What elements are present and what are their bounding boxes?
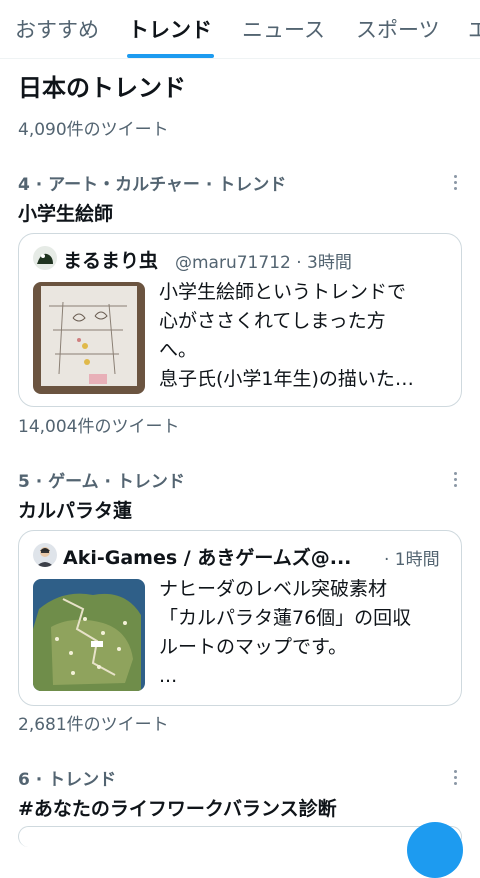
tab-sports[interactable]: スポーツ (356, 14, 440, 44)
section-title: 日本のトレンド (18, 74, 186, 102)
avatar[interactable] (33, 543, 57, 567)
tab-recommended[interactable]: おすすめ (15, 14, 99, 44)
top-tab-bar: おすすめ トレンド ニュース スポーツ エ (0, 0, 480, 59)
tweet-handle-time: · 1時間 (384, 550, 440, 570)
tab-entertainment[interactable]: エ (468, 14, 480, 44)
trend-tweet-count: 14,004件のツイート (18, 417, 180, 437)
more-vertical-icon[interactable] (454, 472, 458, 490)
trend-meta: 5 · ゲーム · トレンド (18, 472, 185, 492)
section-tweet-count: 4,090件のツイート (18, 120, 169, 140)
trend-topic[interactable]: 小学生絵師 (18, 199, 113, 226)
tweet-author[interactable]: まるまり虫 (63, 246, 158, 273)
tweet-image[interactable] (33, 579, 145, 691)
tweet-card[interactable] (18, 826, 462, 847)
trend-meta: 6 · トレンド (18, 770, 117, 790)
avatar[interactable] (33, 246, 57, 270)
tweet-text: 小学生絵師というトレンドで 心がささくれてしまった方 へ。 息子氏(小学1年生)… (159, 281, 414, 390)
tab-trending[interactable]: トレンド (128, 14, 212, 44)
trend-topic[interactable]: #あなたのライフワークバランス診断 (18, 794, 337, 821)
tweet-card[interactable]: Aki-Games / あきゲームズ@... · 1時間 ナヒーダのレベル突破素… (18, 530, 462, 706)
tweet-card[interactable]: まるまり虫 @maru71712 · 3時間 小学生絵師というトレンドで 心がさ… (18, 233, 462, 407)
compose-fab[interactable] (407, 822, 463, 878)
tweet-handle-time: @maru71712 · 3時間 (175, 253, 352, 273)
tab-news[interactable]: ニュース (242, 14, 325, 44)
more-vertical-icon[interactable] (454, 770, 458, 788)
active-tab-indicator (127, 54, 214, 58)
tweet-text: ナヒーダのレベル突破素材 「カルパラタ蓮76個」の回収 ルートのマップです。 .… (159, 578, 412, 687)
tweet-author[interactable]: Aki-Games / あきゲームズ@... (63, 543, 351, 570)
trend-topic[interactable]: カルパラタ蓮 (18, 496, 132, 523)
trend-meta: 4 · アート・カルチャー · トレンド (18, 175, 287, 195)
tweet-image[interactable] (33, 282, 145, 394)
more-vertical-icon[interactable] (454, 175, 458, 193)
trend-tweet-count: 2,681件のツイート (18, 715, 169, 735)
